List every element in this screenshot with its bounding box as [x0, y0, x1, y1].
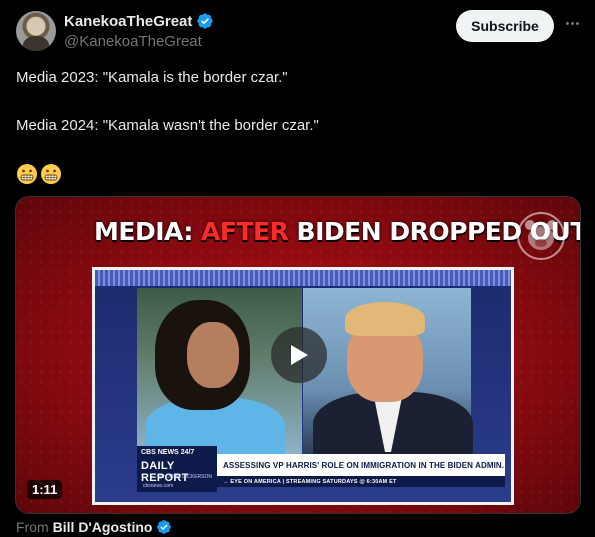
- from-label: From: [16, 519, 49, 535]
- author-name[interactable]: KanekoaTheGreat: [64, 13, 192, 30]
- broadcast-frame: CBS NEWS 24/7 DAILY REPORT with JOHN DIC…: [92, 267, 514, 505]
- screen-top-bar: [95, 270, 511, 286]
- avatar[interactable]: [16, 11, 56, 51]
- bear-logo-icon: [517, 212, 565, 260]
- broadcast-screen: CBS NEWS 24/7 DAILY REPORT with JOHN DIC…: [95, 270, 511, 502]
- headline-accent: AFTER: [201, 217, 289, 246]
- grimacing-face-icon: [41, 164, 61, 184]
- from-name[interactable]: Bill D'Agostino: [53, 519, 153, 535]
- verified-badge-icon: [157, 520, 172, 534]
- broadcast-headline: ASSESSING VP HARRIS' ROLE ON IMMIGRATION…: [217, 454, 505, 476]
- play-icon: [291, 345, 308, 365]
- lower-third: CBS NEWS 24/7 DAILY REPORT with JOHN DIC…: [137, 446, 505, 492]
- post-text-line-1: Media 2023: "Kamala is the border czar.": [16, 69, 288, 86]
- show-host: with JOHN DICKERSON: [157, 474, 213, 480]
- video-headline: MEDIA: AFTER BIDEN DROPPED OUT: [94, 217, 580, 246]
- post-text-line-2: Media 2024: "Kamala wasn't the border cz…: [16, 117, 319, 134]
- more-options-icon[interactable]: [562, 13, 582, 33]
- show-box: CBS NEWS 24/7 DAILY REPORT with JOHN DIC…: [137, 446, 217, 492]
- subscribe-button[interactable]: Subscribe: [456, 10, 554, 42]
- right-person-hair: [345, 302, 425, 336]
- headline-prefix: MEDIA:: [94, 217, 202, 246]
- verified-badge-icon: [197, 13, 214, 29]
- show-title: DAILY REPORT: [141, 460, 189, 484]
- left-person-face: [187, 322, 239, 388]
- show-url: cbsnews.com: [143, 483, 174, 489]
- video-player[interactable]: MEDIA: AFTER BIDEN DROPPED OUT CBS NEWS …: [15, 196, 581, 514]
- network-label: CBS NEWS 24/7: [141, 449, 195, 456]
- grimacing-face-icon: [17, 164, 37, 184]
- video-attribution: From Bill D'Agostino: [16, 519, 172, 535]
- broadcast-ticker: → EYE ON AMERICA | STREAMING SATURDAYS @…: [217, 476, 505, 487]
- author-handle[interactable]: @KanekoaTheGreat: [64, 33, 202, 50]
- video-duration: 1:11: [27, 480, 63, 499]
- author-name-row: KanekoaTheGreat: [64, 12, 214, 30]
- play-button[interactable]: [271, 327, 327, 383]
- emoji-row: [16, 163, 62, 185]
